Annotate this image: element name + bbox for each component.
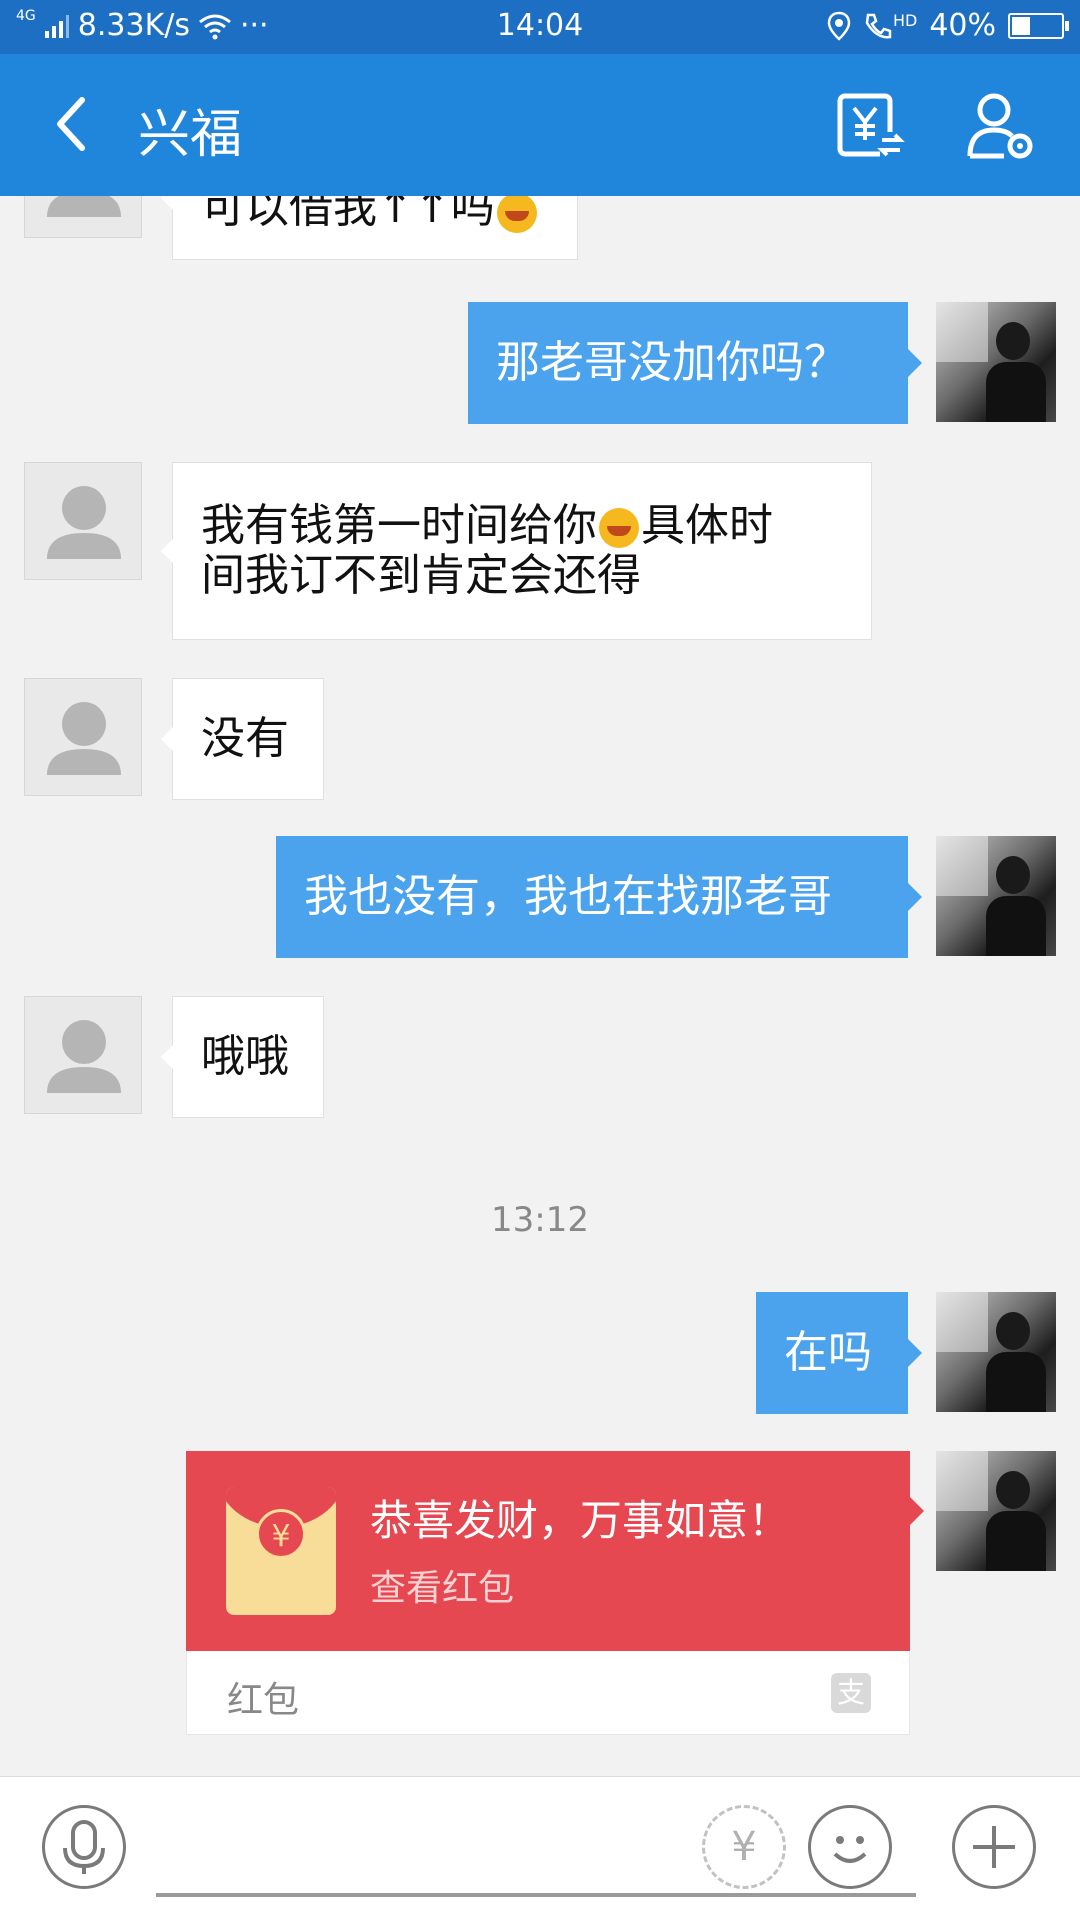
laugh-emoji-icon — [599, 508, 639, 548]
incoming-message[interactable]: 可以借我 ↑↑ 吗 — [161, 196, 578, 260]
default-person-icon — [47, 196, 121, 217]
voice-button[interactable] — [42, 1805, 126, 1889]
transfer-money-icon: ¥ — [731, 1824, 757, 1870]
red-packet-greeting: 恭喜发财，万事如意！ — [370, 1496, 791, 1545]
emoji-button[interactable] — [808, 1805, 892, 1889]
hd-label: HD — [892, 10, 918, 30]
battery-icon — [1008, 12, 1069, 39]
microphone-icon — [63, 1820, 105, 1874]
message-input[interactable] — [156, 1893, 916, 1897]
chat-header: 兴福 — [0, 54, 1080, 196]
outgoing-message[interactable]: 在吗 — [756, 1292, 922, 1414]
laugh-emoji-icon — [496, 196, 537, 233]
red-packet-card[interactable]: ¥ 恭喜发财，万事如意！ 查看红包 — [186, 1451, 924, 1651]
red-packet-message[interactable]: ¥ 恭喜发财，万事如意！ 查看红包 红包 支 — [186, 1451, 924, 1735]
plus-icon — [973, 1826, 1015, 1868]
transfer-money-button[interactable]: ¥ — [702, 1805, 786, 1889]
back-icon[interactable] — [44, 94, 104, 154]
hd-call-icon — [865, 13, 892, 38]
my-avatar[interactable] — [936, 1451, 1056, 1571]
status-bar: 4G 8.33K/s ··· 14:04 HD 40% — [0, 0, 1080, 54]
red-packet-label: 红包 — [227, 1680, 300, 1721]
incoming-message[interactable]: 哦哦 — [161, 996, 324, 1118]
contact-avatar[interactable] — [24, 996, 142, 1114]
plus-button[interactable] — [952, 1805, 1036, 1889]
default-person-icon — [47, 486, 121, 559]
time-divider: 13:12 — [491, 1200, 589, 1240]
input-bar: ¥ — [0, 1776, 1080, 1921]
contact-avatar[interactable] — [24, 462, 142, 580]
my-avatar[interactable] — [936, 302, 1056, 422]
outgoing-message[interactable]: 那老哥没加你吗？ — [468, 302, 922, 424]
message-list[interactable]: 可以借我 ↑↑ 吗 那老哥没加你吗？ 我有钱第一时间给你 具体时 间我订不到肯定会还得… — [0, 196, 1080, 1776]
default-person-icon — [47, 702, 121, 775]
question-glyph: ↑↑ — [377, 196, 451, 233]
transfer-icon[interactable] — [834, 90, 906, 162]
my-avatar[interactable] — [936, 1292, 1056, 1412]
emoji-icon — [833, 1836, 867, 1863]
red-packet-view-link[interactable]: 查看红包 — [370, 1559, 514, 1611]
location-icon — [827, 11, 851, 41]
red-packet-footer: 红包 支 — [186, 1651, 910, 1735]
battery-percent: 40% — [929, 8, 996, 43]
contact-avatar[interactable] — [24, 196, 142, 238]
default-person-icon — [47, 1020, 121, 1093]
incoming-message[interactable]: 我有钱第一时间给你 具体时 间我订不到肯定会还得 — [161, 462, 872, 640]
chat-title: 兴福 — [138, 105, 243, 165]
my-avatar[interactable] — [936, 836, 1056, 956]
contact-avatar[interactable] — [24, 678, 142, 796]
incoming-message[interactable]: 没有 — [161, 678, 324, 800]
red-envelope-icon: ¥ — [226, 1487, 336, 1615]
alipay-icon: 支 — [831, 1673, 871, 1713]
profile-settings-icon[interactable] — [964, 90, 1036, 162]
outgoing-message[interactable]: 我也没有，我也在找那老哥 — [276, 836, 922, 958]
